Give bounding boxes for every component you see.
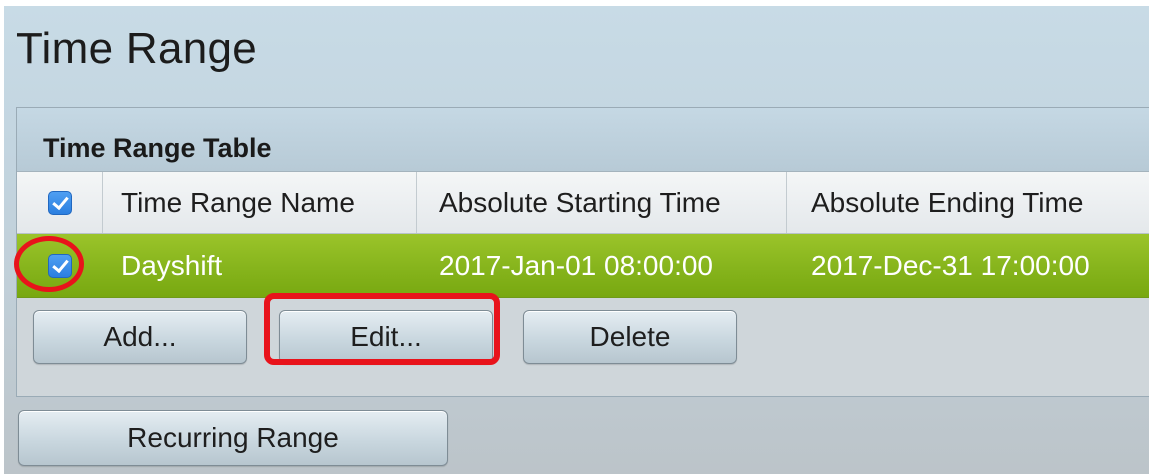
select-all-checkbox[interactable] xyxy=(47,190,72,215)
recurring-range-button[interactable]: Recurring Range xyxy=(18,410,448,466)
select-all-cell xyxy=(17,172,103,233)
row-end-time: 2017-Dec-31 17:00:00 xyxy=(811,249,1090,281)
table-header-row: Time Range Name Absolute Starting Time A… xyxy=(17,172,1149,234)
table-actions: Add... Edit... Delete xyxy=(17,298,1149,388)
row-name: Dayshift xyxy=(121,249,223,281)
add-button[interactable]: Add... xyxy=(33,310,247,364)
column-header-end[interactable]: Absolute Ending Time xyxy=(787,172,1149,233)
edit-button[interactable]: Edit... xyxy=(279,310,493,364)
table-row[interactable]: Dayshift 2017-Jan-01 08:00:00 2017-Dec-3… xyxy=(17,234,1149,298)
time-range-table-panel: Time Range Table Time Range Name Absolut… xyxy=(16,107,1149,397)
column-header-start[interactable]: Absolute Starting Time xyxy=(417,172,787,233)
row-select-cell xyxy=(17,234,103,297)
column-header-name[interactable]: Time Range Name xyxy=(103,172,417,233)
app-window: Time Range Time Range Table Time Range N… xyxy=(0,0,1149,474)
table-header-bar: Time Range Table xyxy=(17,108,1149,172)
row-start-time: 2017-Jan-01 08:00:00 xyxy=(439,249,713,281)
table-title: Time Range Table xyxy=(43,133,272,163)
row-checkbox[interactable] xyxy=(48,253,72,278)
delete-button[interactable]: Delete xyxy=(523,310,737,364)
page-title: Time Range xyxy=(16,24,258,73)
